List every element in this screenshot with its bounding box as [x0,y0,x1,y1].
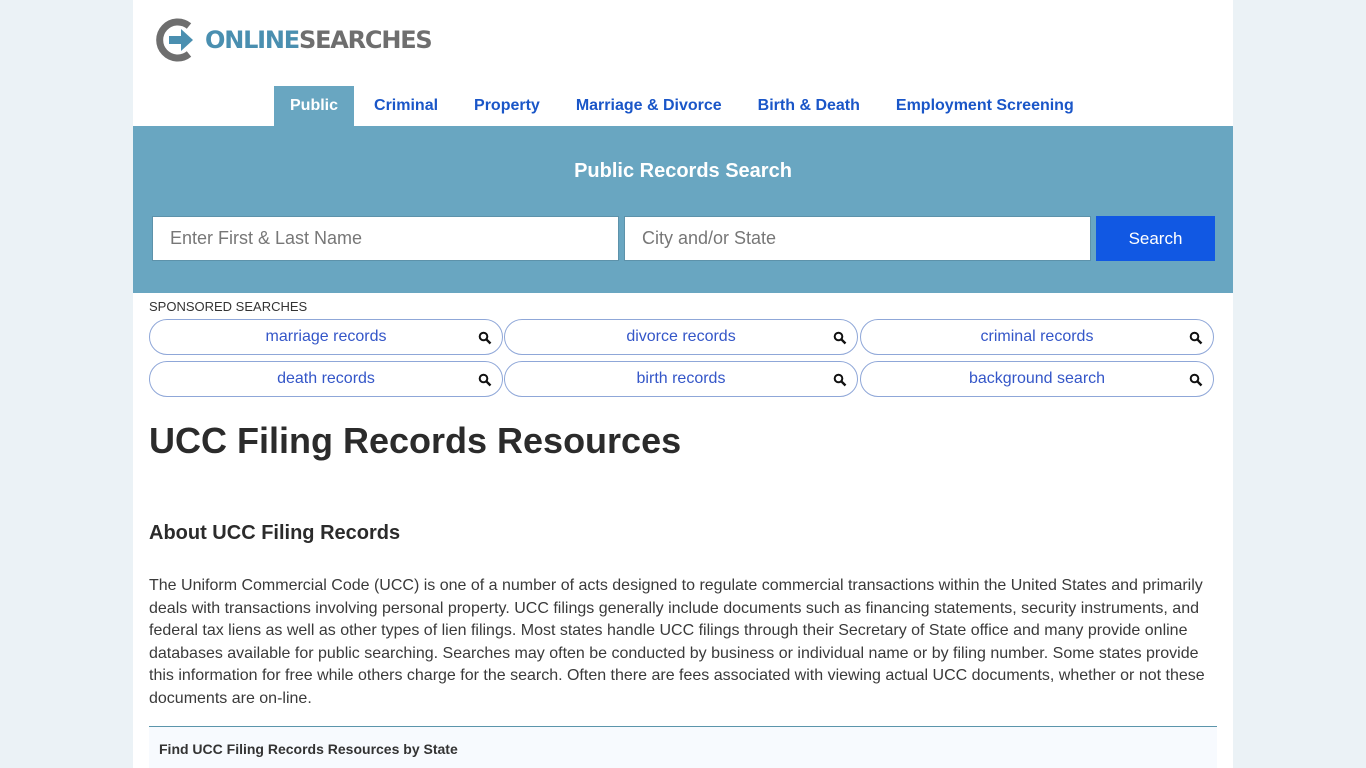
logo-icon [156,18,193,62]
search-icon [833,331,847,345]
search-icon [833,373,847,387]
logo-text: ONLINESEARCHES [205,26,433,54]
nav-tab-birth-death[interactable]: Birth & Death [742,86,876,126]
nav-tab-criminal[interactable]: Criminal [358,86,454,126]
page-title: UCC Filing Records Resources [149,420,682,461]
sponsored-link-criminal[interactable]: criminal records [860,319,1214,355]
sponsored-link-divorce[interactable]: divorce records [504,319,858,355]
search-icon [478,373,492,387]
nav-tab-employment-screening[interactable]: Employment Screening [880,86,1090,126]
search-button[interactable]: Search [1096,216,1215,261]
sponsored-link-background[interactable]: background search [860,361,1214,397]
location-input[interactable]: City and/or State [624,216,1091,261]
nav-tab-public[interactable]: Public [274,86,355,126]
state-box-title: Find UCC Filing Records Resources by Sta… [159,741,458,757]
page-container: ONLINESEARCHES Public Criminal Property … [133,0,1233,768]
about-paragraph: The Uniform Commercial Code (UCC) is one… [149,577,1205,707]
search-hero: Public Records Search Enter First & Last… [133,126,1233,293]
hero-title: Public Records Search [574,160,792,182]
sponsored-link-marriage[interactable]: marriage records [149,319,503,355]
nav-tab-property[interactable]: Property [458,86,556,126]
sponsored-link-death[interactable]: death records [149,361,503,397]
name-input[interactable]: Enter First & Last Name [152,216,619,261]
search-icon [1189,373,1203,387]
sponsored-link-birth[interactable]: birth records [504,361,858,397]
state-resources-box: Find UCC Filing Records Resources by Sta… [149,726,1217,768]
search-icon [1189,331,1203,345]
sponsored-label: SPONSORED SEARCHES [149,299,308,314]
section-heading: About UCC Filing Records [149,522,401,544]
search-icon [478,331,492,345]
site-logo[interactable]: ONLINESEARCHES [153,18,433,62]
main-nav: Public Criminal Property Marriage & Divo… [274,86,1094,126]
nav-tab-marriage-divorce[interactable]: Marriage & Divorce [560,86,738,126]
